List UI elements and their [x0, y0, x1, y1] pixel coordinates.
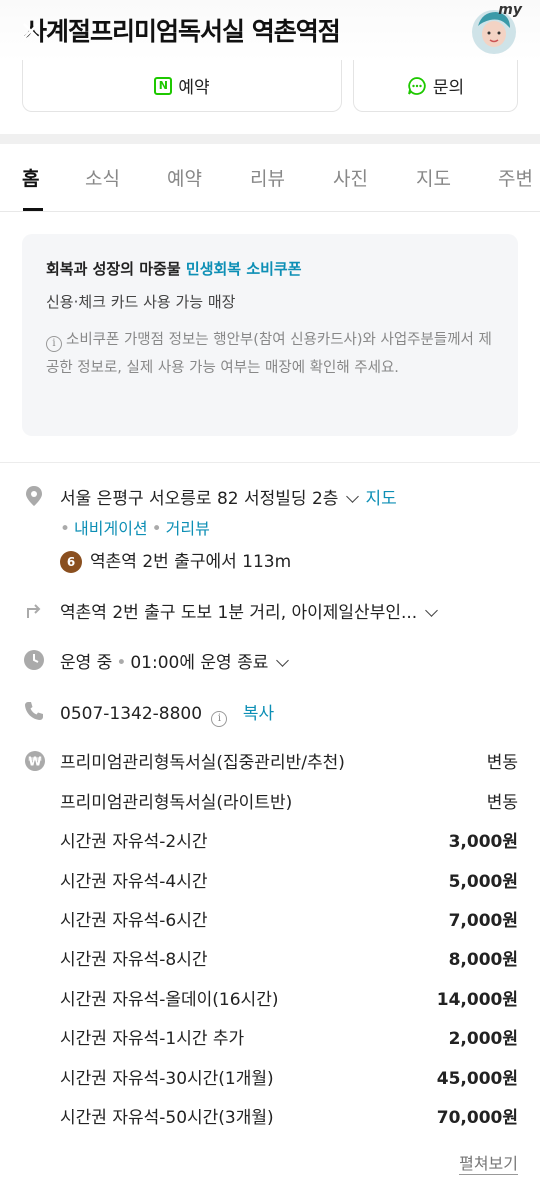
- price-name: 시간권 자유석-올데이(16시간): [60, 990, 279, 1010]
- place-title: 사계절프리미엄독서실 역촌역점: [24, 17, 341, 46]
- coupon-note-text: 소비쿠폰 가맹점 정보는 행안부(참여 신용카드사)와 사업주분들께서 제공한 …: [46, 332, 492, 376]
- price-value: 14,000원: [436, 990, 518, 1010]
- tab-news[interactable]: 소식: [85, 164, 120, 191]
- price-name: 시간권 자유석-50시간(3개월): [60, 1108, 274, 1128]
- price-value: 변동: [486, 753, 518, 773]
- address-sublinks: • 내비게이션 • 거리뷰: [60, 515, 397, 539]
- price-item: 시간권 자유석-6시간 7,000원: [60, 906, 518, 936]
- price-name: 시간권 자유석-2시간: [60, 832, 208, 852]
- active-tab-indicator: [23, 208, 43, 211]
- info-icon: i: [46, 336, 62, 352]
- price-item: 시간권 자유석-1시간 추가 2,000원: [60, 1024, 518, 1054]
- price-item: 프리미엄관리형독서실(라이트반) 변동: [60, 788, 518, 818]
- price-item: 프리미엄관리형독서실(집중관리반/추천) 변동: [60, 748, 518, 778]
- hours-detail: 01:00에 운영 종료: [130, 653, 269, 673]
- price-name: 프리미엄관리형독서실(집중관리반/추천): [60, 753, 345, 773]
- price-value: 7,000원: [448, 911, 518, 931]
- tab-photos[interactable]: 사진: [333, 164, 368, 191]
- app-header: 사계절프리미엄독서실 역촌역점 my: [0, 0, 540, 62]
- chevron-down-icon[interactable]: [425, 604, 439, 617]
- price-name: 시간권 자유석-1시간 추가: [60, 1029, 245, 1049]
- coupon-highlight[interactable]: 민생회복 소비쿠폰: [186, 260, 302, 278]
- price-item: 시간권 자유석-8시간 8,000원: [60, 945, 518, 975]
- price-name: 프리미엄관리형독서실(라이트반): [60, 793, 293, 813]
- price-value: 3,000원: [448, 832, 518, 852]
- coupon-note: i 소비쿠폰 가맹점 정보는 행안부(참여 신용카드사)와 사업주분들께서 제공한…: [46, 326, 494, 382]
- naver-booking-icon: N: [154, 76, 173, 95]
- won-icon: ₩: [25, 751, 45, 771]
- price-name: 시간권 자유석-30시간(1개월): [60, 1069, 274, 1089]
- info-icon[interactable]: i: [211, 710, 228, 727]
- address-row: 서울 은평구 서오릉로 82 서정빌딩 2층 지도 • 내비게이션 • 거리뷰 6 역촌역…: [22, 484, 522, 574]
- bullet: •: [60, 519, 71, 539]
- price-item: 시간권 자유석-50시간(3개월) 70,000원: [60, 1103, 518, 1133]
- subway-info: 6 역촌역 2번 출구에서 113m: [60, 547, 397, 573]
- copy-button[interactable]: 복사: [243, 704, 274, 724]
- address-text: 서울 은평구 서오릉로 82 서정빌딩 2층: [60, 489, 339, 509]
- price-value: 5,000원: [448, 872, 518, 892]
- price-item: 시간권 자유석-2시간 3,000원: [60, 827, 518, 857]
- coupon-headline: 회복과 성장의 마중물 민생회복 소비쿠폰: [46, 258, 494, 279]
- action-buttons: N 예약 문의: [22, 60, 518, 112]
- turn-arrow-icon: [27, 604, 41, 618]
- price-item: 시간권 자유석-4시간 5,000원: [60, 867, 518, 897]
- phone-block: 0507-1342-8800 i 복사: [60, 699, 274, 727]
- phone-icon: [25, 702, 43, 720]
- tab-reservation[interactable]: 예약: [167, 164, 202, 191]
- tab-nearby[interactable]: 주변: [498, 164, 533, 191]
- price-value: 2,000원: [448, 1029, 518, 1049]
- avatar-tag: my: [498, 2, 522, 18]
- chevron-down-icon[interactable]: [276, 654, 290, 667]
- section-separator: [0, 134, 540, 144]
- svg-text:₩: ₩: [28, 755, 42, 769]
- phone-number[interactable]: 0507-1342-8800: [60, 704, 202, 724]
- divider: [0, 462, 540, 463]
- tab-map[interactable]: 지도: [416, 164, 451, 191]
- bullet: •: [151, 519, 162, 539]
- price-name: 시간권 자유석-8시간: [60, 950, 208, 970]
- inquiry-label: 문의: [432, 78, 465, 98]
- location-pin-icon: [26, 486, 42, 506]
- coupon-card-info: 신용·체크 카드 사용 가능 매장: [46, 293, 236, 311]
- hours-status: 운영 중: [60, 653, 113, 673]
- price-value: 변동: [486, 793, 518, 813]
- price-item: 시간권 자유석-30시간(1개월) 45,000원: [60, 1064, 518, 1094]
- coupon-notice: 회복과 성장의 마중물 민생회복 소비쿠폰 신용·체크 카드 사용 가능 매장 …: [22, 234, 518, 436]
- price-name: 시간권 자유석-6시간: [60, 911, 208, 931]
- reserve-label: 예약: [178, 78, 210, 98]
- tab-bar: 홈 소식 예약 리뷰 사진 지도 주변: [0, 144, 540, 212]
- expand-more-link[interactable]: 펼쳐보기: [459, 1150, 518, 1175]
- phone-row: 0507-1342-8800 i 복사: [22, 699, 522, 727]
- street-view-link[interactable]: 거리뷰: [166, 519, 210, 538]
- directions-row[interactable]: 역촌역 2번 출구 도보 1분 거리, 아이제일산부인...: [22, 598, 522, 624]
- price-item: 시간권 자유석-올데이(16시간) 14,000원: [60, 985, 518, 1015]
- avatar[interactable]: my: [470, 2, 522, 56]
- hours-row[interactable]: 운영 중 • 01:00에 운영 종료: [22, 648, 522, 674]
- address-block: 서울 은평구 서오릉로 82 서정빌딩 2층 지도 • 내비게이션 • 거리뷰 6 역촌역…: [60, 484, 397, 573]
- price-name: 시간권 자유석-4시간: [60, 872, 208, 892]
- directions-block: 역촌역 2번 출구 도보 1분 거리, 아이제일산부인...: [60, 598, 444, 623]
- hours-block: 운영 중 • 01:00에 운영 종료: [60, 648, 295, 673]
- inquiry-button[interactable]: 문의: [353, 60, 518, 112]
- close-icon[interactable]: [18, 18, 44, 44]
- reserve-button[interactable]: N 예약: [22, 60, 342, 112]
- price-value: 8,000원: [448, 950, 518, 970]
- navigation-link[interactable]: 내비게이션: [74, 519, 148, 538]
- map-link[interactable]: 지도: [365, 489, 396, 509]
- subway-distance: 역촌역 2번 출구에서 113m: [90, 552, 292, 572]
- coupon-lead: 회복과 성장의 마중물: [46, 260, 181, 278]
- price-value: 45,000원: [436, 1069, 518, 1089]
- tab-reviews[interactable]: 리뷰: [250, 164, 285, 191]
- chat-icon: [407, 76, 426, 95]
- price-value: 70,000원: [436, 1108, 518, 1128]
- bullet: •: [116, 653, 127, 673]
- tab-home[interactable]: 홈: [22, 164, 39, 191]
- clock-icon: [24, 650, 44, 670]
- chevron-down-icon[interactable]: [346, 490, 360, 503]
- subway-line-badge: 6: [60, 551, 82, 573]
- directions-text: 역촌역 2번 출구 도보 1분 거리, 아이제일산부인...: [60, 603, 418, 623]
